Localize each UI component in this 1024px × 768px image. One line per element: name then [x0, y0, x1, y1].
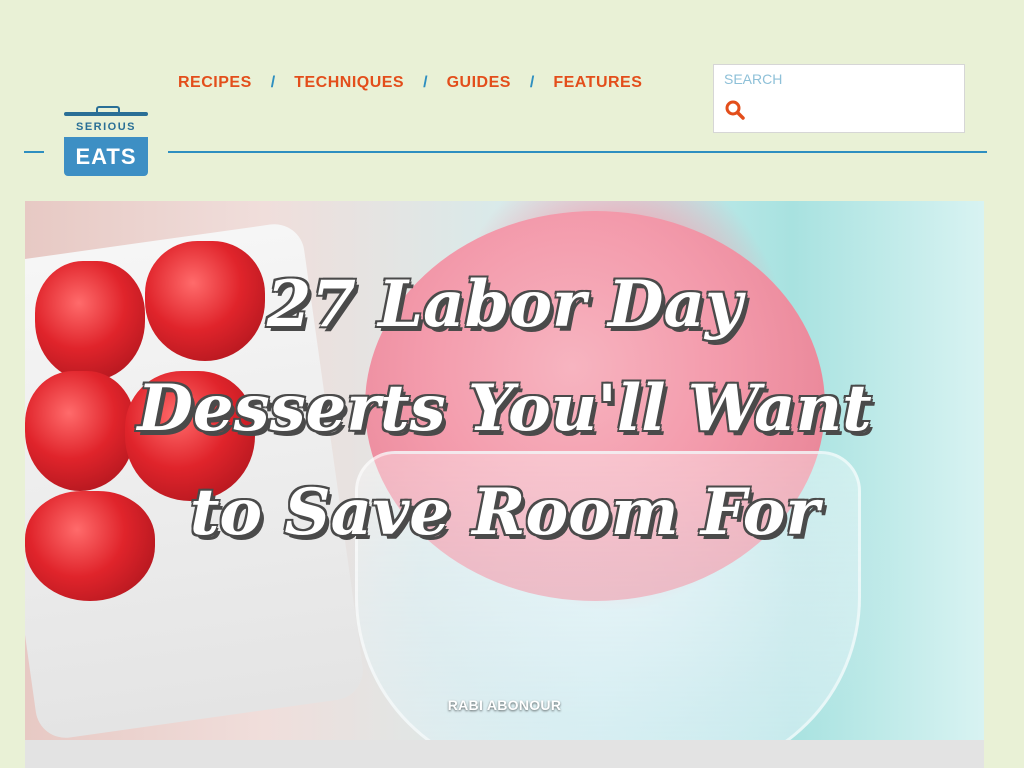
nav-recipes[interactable]: RECIPES [178, 74, 252, 92]
hero-author[interactable]: RABI ABONOUR [25, 697, 984, 713]
logo-pot-lid [64, 112, 148, 116]
logo-text-eats: EATS [64, 137, 148, 176]
hero-title[interactable]: 27 Labor Day Desserts You'll Want to Sav… [25, 253, 984, 565]
nav-separator: / [423, 74, 428, 91]
nav-techniques[interactable]: TECHNIQUES [294, 74, 404, 92]
search-box[interactable]: SEARCH [713, 64, 965, 133]
content-strip [25, 740, 984, 768]
nav-guides[interactable]: GUIDES [447, 74, 511, 92]
nav-features[interactable]: FEATURES [553, 74, 642, 92]
hero-feature[interactable]: 27 Labor Day Desserts You'll Want to Sav… [25, 201, 984, 740]
header-divider [24, 151, 987, 153]
main-nav: RECIPES / TECHNIQUES / GUIDES / FEATURES [178, 70, 642, 96]
search-input[interactable] [754, 95, 958, 125]
search-label: SEARCH [724, 71, 783, 87]
logo-text-serious: SERIOUS [75, 121, 136, 133]
search-icon[interactable] [724, 99, 746, 121]
nav-separator: / [529, 74, 535, 91]
serious-eats-logo[interactable]: SERIOUS EATS [44, 104, 168, 180]
nav-separator: / [270, 74, 276, 91]
